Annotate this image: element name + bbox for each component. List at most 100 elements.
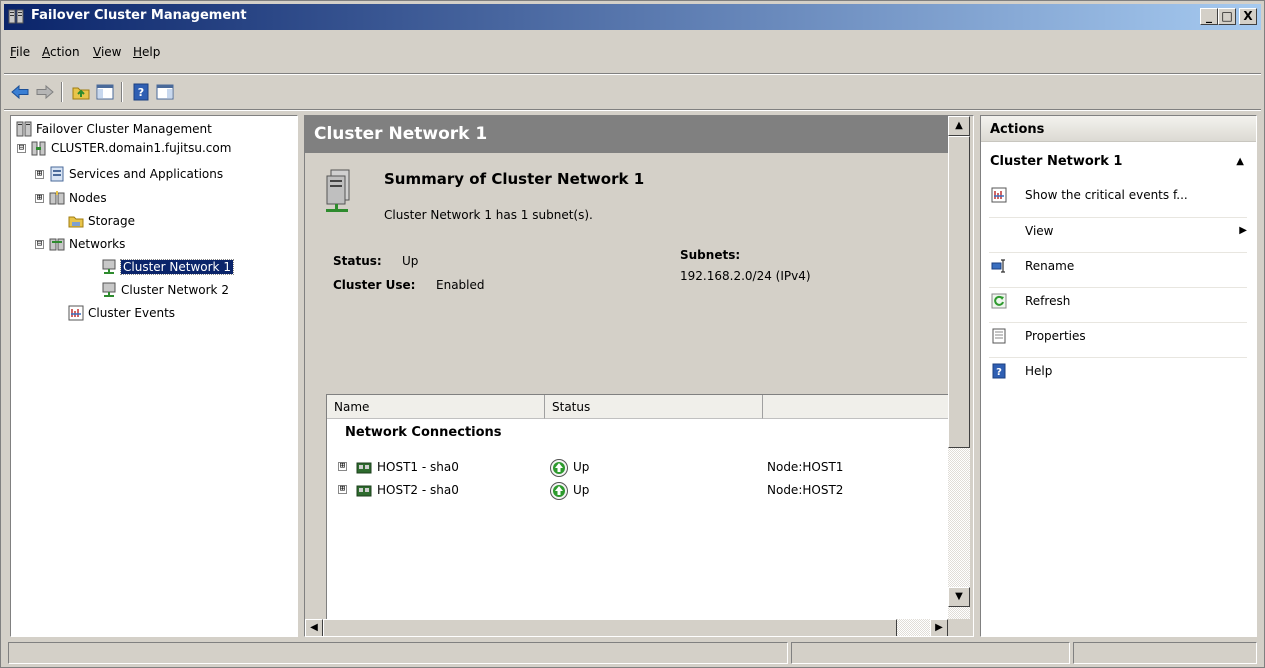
status-value: Up	[402, 254, 419, 268]
up-folder-icon[interactable]	[70, 81, 92, 103]
column-header-status[interactable]: Status	[545, 395, 763, 419]
svg-text:?: ?	[138, 86, 144, 99]
tree-label: Storage	[88, 214, 135, 228]
svg-text:?: ?	[996, 367, 1002, 378]
action-rename[interactable]: Rename	[989, 252, 1247, 278]
events-icon	[68, 305, 84, 321]
cluster-management-icon	[16, 121, 32, 137]
menu-view[interactable]: View	[93, 45, 121, 59]
expand-toggle[interactable]: ⊞	[338, 462, 347, 471]
menu-file[interactable]: File	[10, 45, 30, 59]
network-icon	[102, 282, 116, 297]
tree-item-events[interactable]: Cluster Events	[68, 304, 175, 322]
toolbar-separator	[61, 82, 63, 102]
close-button[interactable]: X	[1239, 8, 1257, 25]
tree-label: Failover Cluster Management	[36, 122, 212, 136]
properties-icon	[992, 328, 1006, 344]
minimize-button[interactable]: _	[1200, 8, 1218, 25]
column-header-name[interactable]: Name	[327, 395, 545, 419]
rename-icon	[991, 259, 1005, 273]
nic-icon	[356, 462, 372, 474]
tree-item-root[interactable]: Failover Cluster Management	[16, 120, 212, 138]
scroll-thumb[interactable]	[948, 136, 970, 448]
help-icon[interactable]: ?	[130, 81, 152, 103]
menu-separator	[4, 73, 1261, 75]
actions-header: Actions	[981, 116, 1256, 142]
tree-item-network2[interactable]: Cluster Network 2	[101, 281, 229, 299]
cluster-app-icon	[8, 9, 24, 24]
title-bar[interactable]: Failover Cluster Management _ □ X	[4, 4, 1261, 30]
tree-label: Networks	[69, 237, 126, 251]
action-label: Help	[1025, 364, 1053, 378]
expand-toggle[interactable]: ⊞	[35, 193, 44, 203]
nic-icon	[356, 485, 372, 497]
tree-item-networks[interactable]: ⊟ Networks	[35, 235, 125, 253]
tree-label: Services and Applications	[69, 167, 224, 181]
forward-arrow-icon[interactable]	[34, 81, 56, 103]
status-panel-secondary	[791, 642, 1070, 664]
nodes-icon	[49, 191, 65, 205]
tree-item-nodes[interactable]: ⊞ Nodes	[35, 189, 107, 207]
scroll-left-button[interactable]: ◀	[305, 619, 323, 636]
action-label: Show the critical events f...	[1025, 188, 1188, 202]
up-status-icon	[550, 482, 568, 500]
connection-node: Node:HOST2	[767, 483, 844, 497]
action-view[interactable]: View ▶	[989, 217, 1247, 243]
group-heading: Network Connections	[345, 425, 502, 440]
tree-label: CLUSTER.domain1.fujitsu.com	[51, 141, 232, 155]
back-arrow-icon[interactable]	[9, 81, 31, 103]
action-properties[interactable]: Properties	[989, 322, 1247, 348]
maximize-button[interactable]: □	[1218, 8, 1236, 25]
results-header: Cluster Network 1	[305, 116, 948, 153]
tree-item-services[interactable]: ⊞ Services and Applications	[35, 165, 223, 183]
table-row[interactable]: ⊞ HOST1 - sha0 Up Node:HOST1	[327, 458, 947, 478]
cluster-icon	[31, 141, 46, 156]
scroll-down-button[interactable]: ▼	[948, 587, 970, 607]
horizontal-scrollbar[interactable]: ◀ ▶	[305, 619, 948, 636]
tree-item-storage[interactable]: Storage	[68, 212, 135, 230]
horizontal-scroll-thumb[interactable]	[323, 619, 897, 636]
action-label: Rename	[1025, 259, 1075, 273]
table-row[interactable]: ⊞ HOST2 - sha0 Up Node:HOST2	[327, 481, 947, 501]
tree-label: Cluster Network 2	[121, 283, 229, 297]
actions-section-title: Cluster Network 1	[990, 154, 1123, 169]
tree-item-network1[interactable]: Cluster Network 1	[101, 258, 234, 276]
storage-icon	[68, 216, 84, 228]
summary-subtitle: Cluster Network 1 has 1 subnet(s).	[384, 208, 593, 222]
subnets-label: Subnets:	[680, 248, 741, 262]
action-help[interactable]: ? Help	[989, 357, 1247, 383]
connection-status: Up	[573, 460, 590, 474]
collapse-toggle[interactable]: ⊟	[35, 239, 44, 249]
scroll-right-button[interactable]: ▶	[930, 619, 948, 636]
subnets-value: 192.168.2.0/24 (IPv4)	[680, 269, 811, 283]
events-icon	[991, 187, 1007, 203]
show-hide-tree-icon[interactable]	[94, 81, 116, 103]
connection-name: HOST2 - sha0	[377, 483, 459, 497]
menu-help[interactable]: Help	[133, 45, 160, 59]
tree-label-selected: Cluster Network 1	[120, 259, 234, 275]
page-title: Cluster Network 1	[314, 124, 488, 144]
tree-item-cluster[interactable]: ⊟ CLUSTER.domain1.fujitsu.com	[17, 139, 231, 157]
menu-action[interactable]: Action	[42, 45, 80, 59]
expand-toggle[interactable]: ⊞	[35, 169, 44, 179]
action-label: Refresh	[1025, 294, 1071, 308]
collapse-toggle[interactable]: ⊟	[17, 143, 26, 153]
action-label: Properties	[1025, 329, 1086, 343]
action-show-critical-events[interactable]: Show the critical events f...	[989, 182, 1247, 208]
show-hide-action-pane-icon[interactable]	[154, 81, 176, 103]
scroll-up-button[interactable]: ▲	[948, 116, 970, 136]
tree-label: Nodes	[69, 191, 107, 205]
action-refresh[interactable]: Refresh	[989, 287, 1247, 313]
actions-pane: Actions Cluster Network 1 ▲ Show the cri…	[980, 115, 1257, 637]
expand-toggle[interactable]: ⊞	[338, 485, 347, 494]
connection-name: HOST1 - sha0	[377, 460, 459, 474]
collapse-caret-icon[interactable]: ▲	[1236, 156, 1244, 167]
column-header-blank[interactable]	[763, 395, 953, 419]
cluster-use-label: Cluster Use:	[333, 278, 416, 292]
up-status-icon	[550, 459, 568, 477]
console-tree-pane: Failover Cluster Management ⊟ CLUSTER.do…	[10, 115, 298, 637]
actions-title: Actions	[990, 122, 1045, 137]
actions-section-header[interactable]: Cluster Network 1 ▲	[981, 148, 1256, 174]
vertical-scrollbar[interactable]: ▲ ▼	[948, 116, 970, 619]
network-icon	[102, 259, 116, 274]
